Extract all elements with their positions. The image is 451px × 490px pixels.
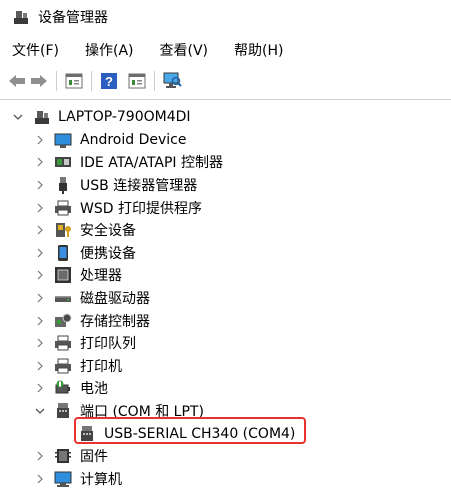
computer-icon <box>54 470 72 488</box>
ide-controller-icon <box>54 153 72 171</box>
menu-action[interactable]: 操作(A) <box>85 39 134 61</box>
android-device-icon <box>54 131 72 149</box>
svg-text:?: ? <box>105 74 113 89</box>
chevron-right-icon[interactable] <box>34 292 46 304</box>
chevron-right-icon[interactable] <box>34 247 46 259</box>
chevron-right-icon[interactable] <box>34 179 46 191</box>
scan-hardware-icon <box>162 72 182 90</box>
chevron-right-icon[interactable] <box>34 315 46 327</box>
forward-arrow-icon <box>29 73 49 89</box>
tree-item-label: 处理器 <box>80 265 122 285</box>
tree-item-security[interactable]: 安全设备 <box>0 219 451 242</box>
tree-item-label: 便携设备 <box>80 243 136 263</box>
chevron-down-icon[interactable] <box>34 405 46 417</box>
toolbar-divider <box>0 99 451 100</box>
computer-tree-icon <box>33 108 51 126</box>
chevron-right-icon[interactable] <box>34 473 46 485</box>
chevron-right-icon[interactable] <box>34 134 46 146</box>
update-driver-icon <box>128 73 146 89</box>
chevron-right-icon[interactable] <box>34 202 46 214</box>
highlight-box <box>74 417 306 444</box>
toolbar-separator <box>56 71 57 91</box>
tree-item-android[interactable]: Android Device <box>0 129 451 152</box>
tree-item-label: 计算机 <box>80 469 122 489</box>
tree-item-label: 电池 <box>80 378 108 398</box>
chevron-right-icon[interactable] <box>34 360 46 372</box>
chevron-right-icon[interactable] <box>34 224 46 236</box>
disk-drive-icon <box>54 289 72 307</box>
scan-hardware-button[interactable] <box>161 70 183 92</box>
usb-connector-icon <box>54 176 72 194</box>
menu-help[interactable]: 帮助(H) <box>234 39 283 61</box>
tree-item-printer[interactable]: 打印机 <box>0 355 451 378</box>
tree-item-processor[interactable]: 处理器 <box>0 264 451 287</box>
tree-item-storage[interactable]: 存储控制器 <box>0 309 451 332</box>
forward-button[interactable] <box>28 70 50 92</box>
tree-item-disk[interactable]: 磁盘驱动器 <box>0 287 451 310</box>
tree-root[interactable]: LAPTOP-790OM4DI <box>0 106 451 129</box>
menu-view[interactable]: 查看(V) <box>160 39 209 61</box>
tree-item-computer[interactable]: 计算机 <box>0 468 451 490</box>
tree-item-label: 磁盘驱动器 <box>80 288 150 308</box>
printer-icon <box>54 357 72 375</box>
firmware-icon <box>54 447 72 465</box>
tree-item-label: USB 连接器管理器 <box>80 175 197 195</box>
device-manager-icon <box>12 8 30 26</box>
tree-item-firmware[interactable]: 固件 <box>0 445 451 468</box>
portable-device-icon <box>54 244 72 262</box>
port-icon <box>54 402 72 420</box>
tree-item-label: Android Device <box>80 132 186 148</box>
tree-item-wsd[interactable]: WSD 打印提供程序 <box>0 196 451 219</box>
chevron-right-icon[interactable] <box>34 269 46 281</box>
tree-item-label: 固件 <box>80 446 108 466</box>
battery-icon <box>54 379 72 397</box>
toolbar-separator <box>91 71 92 91</box>
chevron-down-icon[interactable] <box>12 111 24 123</box>
tree-item-print-queue[interactable]: 打印队列 <box>0 332 451 355</box>
wsd-printer-icon <box>54 199 72 217</box>
tree-item-label: 打印队列 <box>80 333 136 353</box>
storage-controller-icon <box>54 312 72 330</box>
tree-item-label: 打印机 <box>80 356 122 376</box>
tree-item-portable[interactable]: 便携设备 <box>0 242 451 265</box>
menu-file[interactable]: 文件(F) <box>12 39 59 61</box>
menu-bar: 文件(F) 操作(A) 查看(V) 帮助(H) <box>0 38 451 62</box>
help-button[interactable]: ? <box>98 70 120 92</box>
tree-item-label: 安全设备 <box>80 220 136 240</box>
chevron-right-icon[interactable] <box>34 450 46 462</box>
tree-item-ide[interactable]: IDE ATA/ATAPI 控制器 <box>0 151 451 174</box>
properties-icon <box>65 73 83 89</box>
properties-button[interactable] <box>63 70 85 92</box>
tree-item-battery[interactable]: 电池 <box>0 377 451 400</box>
processor-icon <box>54 266 72 284</box>
tree-root-label: LAPTOP-790OM4DI <box>58 109 191 125</box>
update-driver-button[interactable] <box>126 70 148 92</box>
tree-item-label: WSD 打印提供程序 <box>80 198 202 218</box>
tree-item-label: 存储控制器 <box>80 311 150 331</box>
back-arrow-icon <box>7 73 27 89</box>
toolbar-separator <box>154 71 155 91</box>
title-bar: 设备管理器 <box>0 0 451 34</box>
window-title: 设备管理器 <box>38 7 108 27</box>
toolbar: ? <box>0 66 451 96</box>
chevron-right-icon[interactable] <box>34 337 46 349</box>
print-queue-icon <box>54 334 72 352</box>
chevron-right-icon[interactable] <box>34 156 46 168</box>
help-icon: ? <box>100 72 118 90</box>
security-device-icon <box>54 221 72 239</box>
chevron-right-icon[interactable] <box>34 382 46 394</box>
back-button[interactable] <box>6 70 28 92</box>
tree-item-label: IDE ATA/ATAPI 控制器 <box>80 152 223 172</box>
tree-item-usb-connector[interactable]: USB 连接器管理器 <box>0 174 451 197</box>
